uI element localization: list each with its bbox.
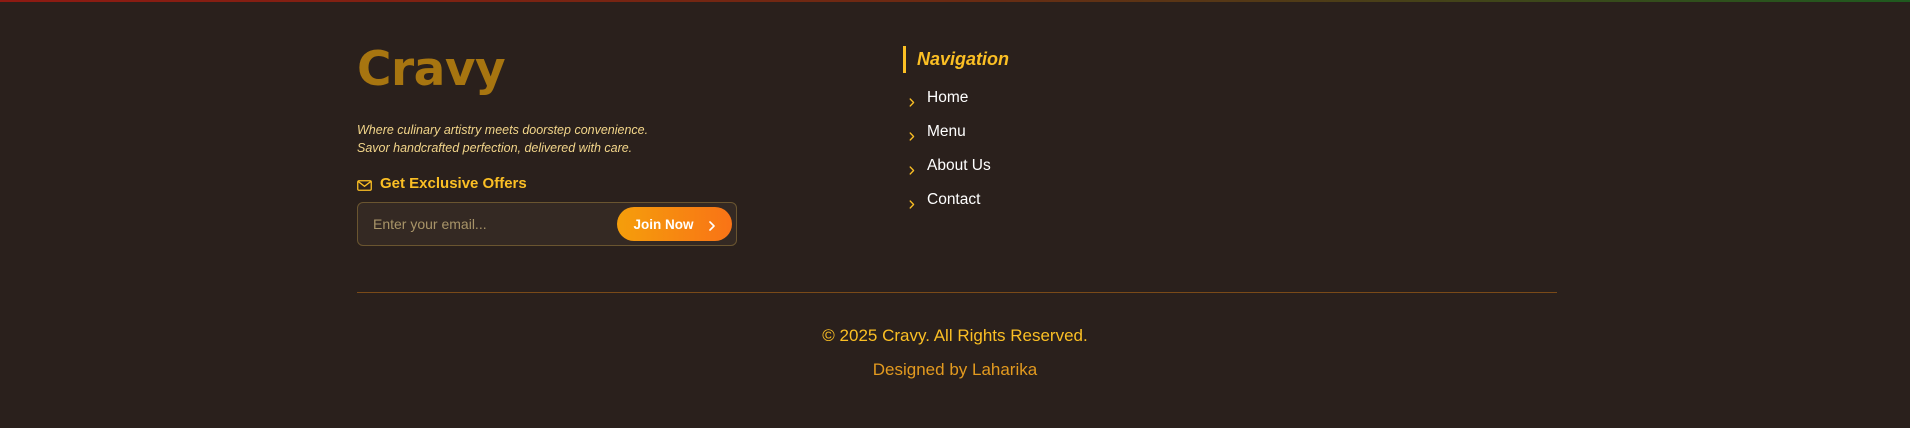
join-now-button[interactable]: Join Now — [617, 207, 732, 241]
email-input[interactable] — [358, 203, 617, 245]
navigation-column: Navigation Home Menu About Us Contact — [903, 46, 1009, 217]
chevron-right-icon — [909, 196, 915, 209]
nav-link-home[interactable]: Home — [903, 81, 1009, 115]
chevron-right-icon — [708, 219, 716, 231]
site-footer: Cravy Where culinary artistry meets door… — [0, 0, 1910, 428]
join-now-label: Join Now — [633, 216, 694, 232]
nav-link-menu[interactable]: Menu — [903, 115, 1009, 149]
chevron-right-icon — [909, 128, 915, 141]
nav-link-label: Home — [927, 89, 969, 106]
navigation-title: Navigation — [903, 46, 1009, 73]
navigation-list: Home Menu About Us Contact — [903, 81, 1009, 217]
newsletter-title: Get Exclusive Offers — [380, 175, 527, 192]
designer-credit: Designed by Laharika — [872, 360, 1038, 379]
brand-logo-text: Cravy — [357, 42, 506, 97]
nav-link-label: Contact — [927, 191, 981, 208]
footer-divider — [357, 292, 1557, 293]
nav-link-label: About Us — [927, 157, 991, 174]
chevron-right-icon — [909, 94, 915, 107]
nav-link-label: Menu — [927, 123, 966, 140]
mail-icon — [357, 178, 372, 191]
nav-link-contact[interactable]: Contact — [903, 183, 1009, 217]
tagline-line-1: Where culinary artistry meets doorstep c… — [357, 123, 649, 137]
chevron-right-icon — [909, 162, 915, 175]
newsletter-heading: Get Exclusive Offers — [357, 175, 737, 192]
newsletter-form: Join Now — [357, 202, 737, 246]
copyright-text: © 2025 Cravy. All Rights Reserved. — [822, 326, 1088, 345]
brand-tagline: Where culinary artistry meets doorstep c… — [357, 121, 737, 157]
brand-column: Cravy Where culinary artistry meets door… — [357, 46, 737, 246]
top-accent-bar — [0, 0, 1910, 2]
tagline-line-2: Savor handcrafted perfection, delivered … — [357, 141, 633, 155]
nav-link-about-us[interactable]: About Us — [903, 149, 1009, 183]
